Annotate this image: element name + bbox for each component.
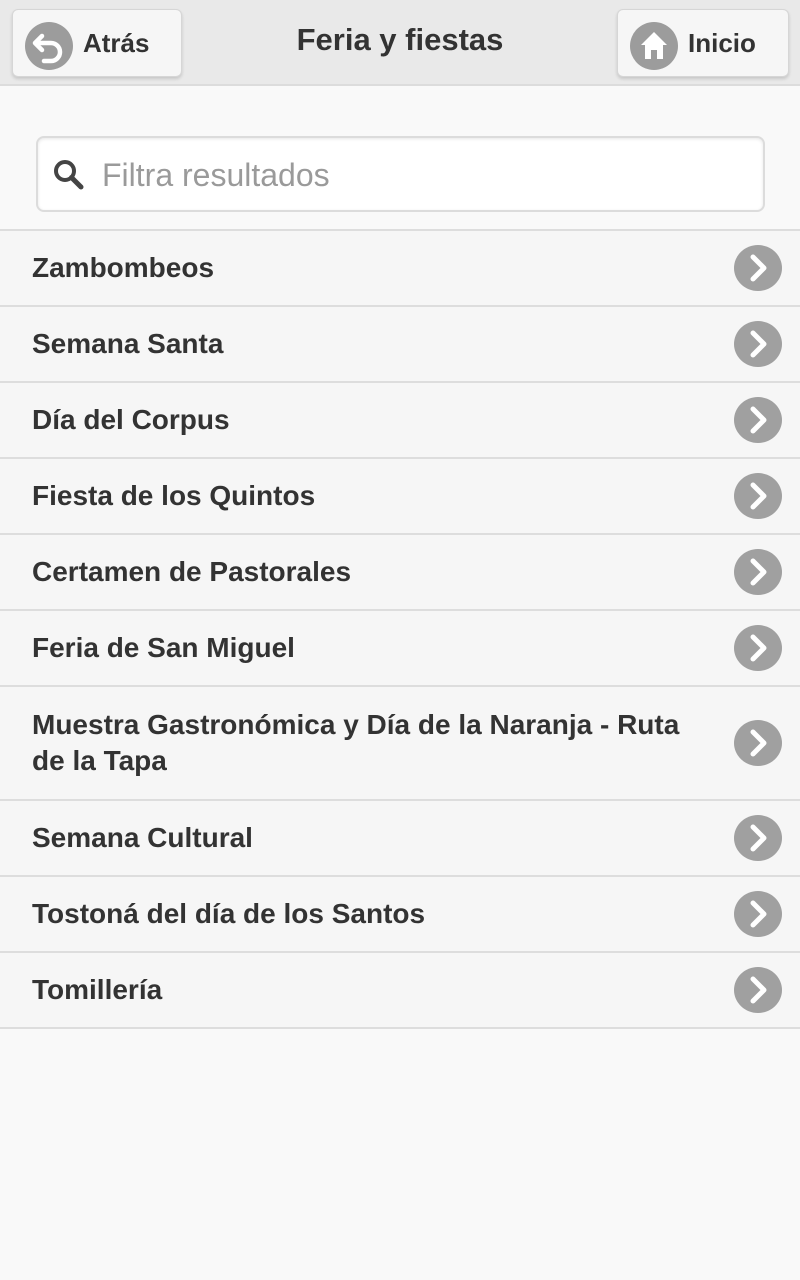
list-item[interactable]: Tostoná del día de los Santos [0,877,800,953]
list-item-label: Muestra Gastronómica y Día de la Naranja… [32,709,680,776]
list-item[interactable]: Semana Santa [0,307,800,383]
list-item[interactable]: Semana Cultural [0,801,800,877]
list-item[interactable]: Certamen de Pastorales [0,535,800,611]
list-item-label: Zambombeos [32,252,215,283]
home-button-label: Inicio [688,28,756,58]
list-item-label: Semana Santa [32,328,224,359]
chevron-right-icon [734,473,782,519]
list-item[interactable]: Zambombeos [0,231,800,307]
chevron-right-icon [734,720,782,766]
home-icon [630,22,678,70]
list-item[interactable]: Tomillería [0,953,800,1029]
back-button[interactable]: Atrás [12,9,182,77]
chevron-right-icon [734,967,782,1013]
list-item-label: Tostoná del día de los Santos [32,898,426,929]
chevron-right-icon [734,625,782,671]
event-list: Zambombeos Semana Santa Día del Corpus F… [0,229,800,1029]
list-item[interactable]: Día del Corpus [0,383,800,459]
chevron-right-icon [734,815,782,861]
back-button-label: Atrás [83,28,150,58]
list-item[interactable]: Muestra Gastronómica y Día de la Naranja… [0,687,800,801]
list-item-label: Tomillería [32,974,163,1005]
list-item-label: Día del Corpus [32,404,230,435]
list-item-label: Fiesta de los Quintos [32,480,316,511]
list-item[interactable]: Feria de San Miguel [0,611,800,687]
search-input[interactable] [100,150,744,200]
list-item-label: Certamen de Pastorales [32,556,352,587]
list-item[interactable]: Fiesta de los Quintos [0,459,800,535]
chevron-right-icon [734,321,782,367]
chevron-right-icon [734,891,782,937]
back-arrow-icon [25,22,73,70]
chevron-right-icon [734,245,782,291]
chevron-right-icon [734,549,782,595]
search-icon [54,160,84,190]
list-item-label: Semana Cultural [32,822,253,853]
search-field[interactable] [36,136,765,212]
list-item-label: Feria de San Miguel [32,632,295,663]
header-bar: Atrás Feria y fiestas Inicio [0,0,800,86]
home-button[interactable]: Inicio [617,9,789,77]
chevron-right-icon [734,397,782,443]
search-area [0,88,800,229]
page-title: Feria y fiestas [296,22,504,57]
